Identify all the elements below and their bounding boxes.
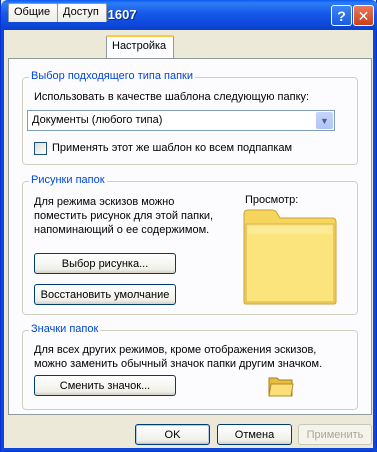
cancel-button[interactable]: Отмена (217, 424, 292, 445)
preview-label: Просмотр: (245, 194, 299, 206)
properties-window: Свойства: 102_1607 ? ✕ Общие Доступ Наст… (0, 0, 377, 452)
window-frame-bottom (1, 448, 377, 451)
change-icon-button[interactable]: Сменить значок... (34, 375, 176, 396)
folder-icon (268, 377, 294, 397)
window-frame-left (1, 30, 4, 452)
tab-label: Общие (14, 6, 51, 18)
apply-subfolders-label[interactable]: Применять этот же шаблон ко всем подпапк… (52, 142, 292, 154)
template-label: Использовать в качестве шаблона следующу… (34, 91, 310, 103)
tab-label: Настройка (112, 40, 167, 52)
tab-customize[interactable]: Настройка (106, 35, 174, 58)
folder-preview-icon (243, 209, 337, 305)
tab-label: Доступ (63, 6, 99, 18)
folder-icons-description: Для всех других режимов, кроме отображен… (34, 344, 323, 370)
tab-sharing[interactable]: Доступ (57, 3, 107, 22)
help-button[interactable]: ? (331, 5, 352, 26)
choose-picture-button[interactable]: Выбор рисунка... (34, 253, 176, 274)
group-title: Выбор подходящего типа папки (29, 70, 196, 82)
folder-template-select[interactable]: Документы (любого типа) ▼ (27, 110, 335, 131)
chevron-down-icon[interactable]: ▼ (316, 112, 333, 129)
folder-template-value: Документы (любого типа) (32, 114, 163, 126)
close-icon: ✕ (357, 7, 370, 24)
tab-general[interactable]: Общие (8, 3, 58, 22)
help-icon: ? (337, 7, 346, 24)
ok-button[interactable]: OK (135, 424, 210, 445)
restore-default-button[interactable]: Восстановить умолчание (34, 284, 176, 305)
apply-button[interactable]: Применить (298, 424, 372, 445)
folder-pictures-description: Для режима эскизов можно поместить рисун… (34, 196, 214, 236)
close-button[interactable]: ✕ (353, 5, 374, 26)
group-title: Значки папок (29, 323, 101, 335)
window-frame-right (373, 30, 376, 452)
group-title: Рисунки папок (29, 174, 107, 186)
apply-subfolders-checkbox[interactable] (34, 142, 47, 155)
